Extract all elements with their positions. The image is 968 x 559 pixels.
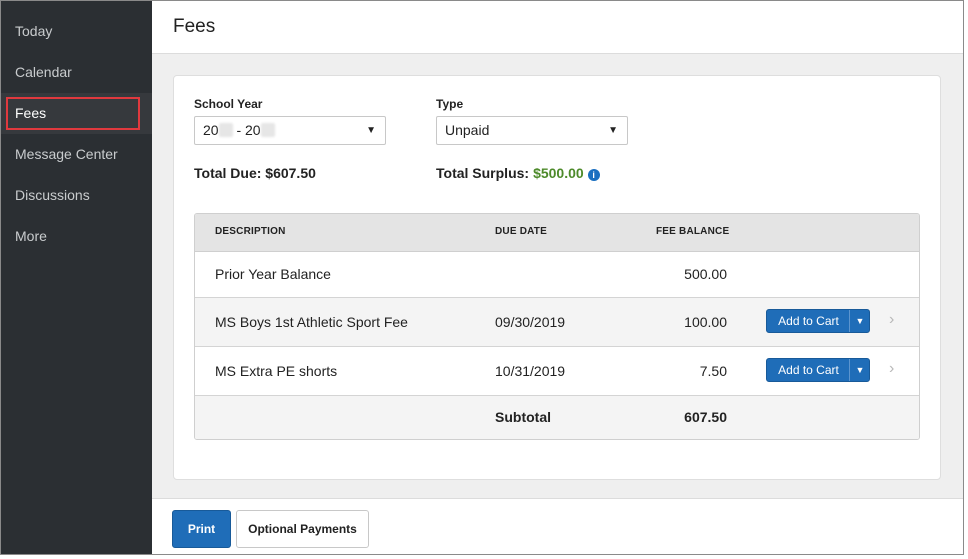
caret-down-icon: ▼ xyxy=(366,125,376,136)
sidebar-item-label: Message Center xyxy=(15,146,118,162)
total-due: Total Due: $607.50 xyxy=(194,165,316,181)
row-due-date: 09/30/2019 xyxy=(495,314,566,330)
caret-down-icon: ▼ xyxy=(608,125,618,136)
sidebar-item-label: Today xyxy=(15,23,53,39)
sidebar-item-label: More xyxy=(15,228,47,244)
add-to-cart-label: Add to Cart xyxy=(778,363,839,377)
type-value: Unpaid xyxy=(445,122,490,138)
sidebar-item-message-center[interactable]: Message Center xyxy=(1,134,152,175)
type-select[interactable]: Unpaid ▼ xyxy=(436,116,628,145)
row-description: Prior Year Balance xyxy=(215,266,331,282)
page-header: Fees xyxy=(152,1,963,54)
total-surplus-value: $500.00 xyxy=(533,165,584,181)
highlight-box xyxy=(6,97,140,130)
app-frame: Today Calendar Fees Message Center Discu… xyxy=(0,0,964,555)
add-to-cart-label: Add to Cart xyxy=(778,314,839,328)
school-year-value-prefix: 20 xyxy=(203,122,219,138)
print-button[interactable]: Print xyxy=(172,510,231,548)
redacted-value xyxy=(260,123,275,137)
total-surplus-label: Total Surplus: xyxy=(436,165,530,181)
sidebar-item-label: Discussions xyxy=(15,187,90,203)
row-balance: 100.00 xyxy=(684,314,727,330)
sidebar-item-today[interactable]: Today xyxy=(1,11,152,52)
table-row: MS Boys 1st Athletic Sport Fee 09/30/201… xyxy=(195,298,919,347)
subtotal-row: Subtotal 607.50 xyxy=(195,396,919,439)
table-row: Prior Year Balance 500.00 xyxy=(195,252,919,298)
row-balance: 7.50 xyxy=(699,363,727,379)
table-row: MS Extra PE shorts 10/31/2019 7.50 Add t… xyxy=(195,347,919,396)
school-year-label: School Year xyxy=(194,97,263,111)
row-balance: 500.00 xyxy=(684,266,727,282)
sidebar-item-calendar[interactable]: Calendar xyxy=(1,52,152,93)
school-year-select[interactable]: 20 - 20 ▼ xyxy=(194,116,386,145)
add-to-cart-button[interactable]: Add to Cart ▼ xyxy=(766,358,870,382)
redacted-value xyxy=(218,123,233,137)
column-header-fee-balance: FEE BALANCE xyxy=(656,226,730,237)
row-description: MS Boys 1st Athletic Sport Fee xyxy=(215,314,408,330)
info-icon[interactable]: i xyxy=(587,169,600,181)
subtotal-label: Subtotal xyxy=(495,409,551,425)
column-header-description: DESCRIPTION xyxy=(215,226,286,237)
caret-down-icon[interactable]: ▼ xyxy=(850,310,870,332)
type-label: Type xyxy=(436,97,464,111)
table-header: DESCRIPTION DUE DATE FEE BALANCE xyxy=(195,214,919,252)
sidebar-item-discussions[interactable]: Discussions xyxy=(1,175,152,216)
total-surplus: Total Surplus: $500.00 i xyxy=(436,165,600,181)
fees-card: School Year 20 - 20 ▼ Type Unpaid ▼ Tota… xyxy=(173,75,941,480)
chevron-right-icon[interactable]: › xyxy=(889,360,894,378)
subtotal-value: 607.50 xyxy=(684,409,727,425)
sidebar-item-more[interactable]: More xyxy=(1,216,152,257)
school-year-value-middle: - 20 xyxy=(232,122,261,138)
caret-down-icon[interactable]: ▼ xyxy=(850,359,870,381)
sidebar-item-fees[interactable]: Fees xyxy=(1,93,152,134)
chevron-right-icon[interactable]: › xyxy=(889,311,894,329)
optional-payments-button[interactable]: Optional Payments xyxy=(236,510,369,548)
add-to-cart-button[interactable]: Add to Cart ▼ xyxy=(766,309,870,333)
sidebar: Today Calendar Fees Message Center Discu… xyxy=(1,1,152,554)
row-description: MS Extra PE shorts xyxy=(215,363,338,379)
fees-table: DESCRIPTION DUE DATE FEE BALANCE Prior Y… xyxy=(194,213,920,440)
sidebar-item-label: Calendar xyxy=(15,64,72,80)
page-footer: Print Optional Payments xyxy=(152,498,963,554)
row-due-date: 10/31/2019 xyxy=(495,363,566,379)
column-header-due-date: DUE DATE xyxy=(495,226,547,237)
page-title: Fees xyxy=(173,16,216,37)
